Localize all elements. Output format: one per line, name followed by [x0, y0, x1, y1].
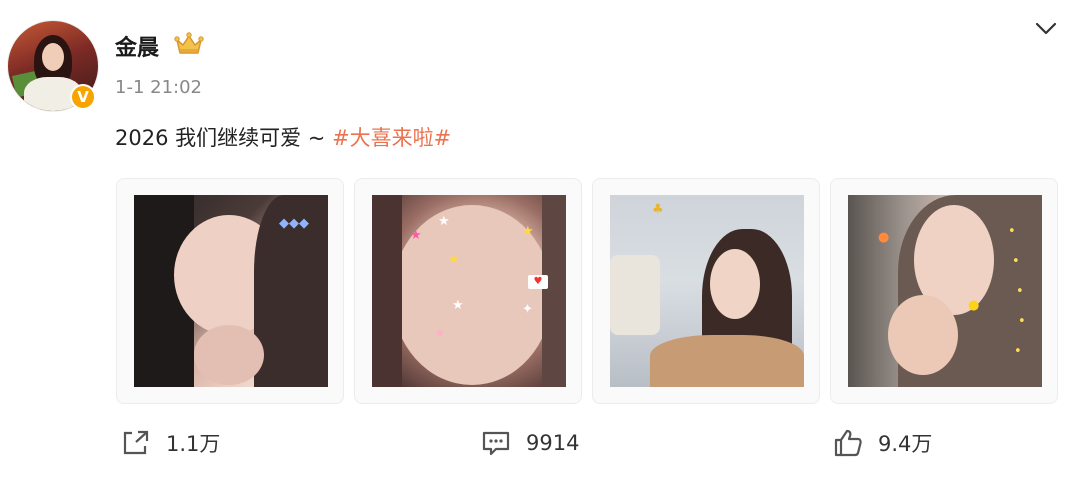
comment-count: 9914 — [526, 431, 580, 455]
post-text: 2026 我们继续可爱 ~ #大喜来啦# — [115, 122, 451, 152]
photo-image: ◆◆◆ — [134, 195, 328, 387]
verified-icon: V — [70, 84, 96, 110]
photo-image: ★ ★ ★ ★ ★ ★ ✦ ♥ — [372, 195, 566, 387]
photo-image: • • • • • ● ● — [848, 195, 1042, 387]
post-time: 1-1 21:02 — [115, 77, 202, 98]
post-body: 2026 我们继续可爱 ~ — [115, 126, 333, 150]
like-button[interactable]: 9.4万 — [832, 428, 932, 458]
photo-thumbnail[interactable]: • • • • • ● ● — [830, 178, 1058, 404]
crown-icon[interactable] — [174, 31, 204, 57]
username[interactable]: 金晨 — [115, 30, 159, 62]
share-button[interactable]: 1.1万 — [120, 428, 220, 458]
photo-thumbnail[interactable]: ◆◆◆ — [116, 178, 344, 404]
photo-image: ♣ — [610, 195, 804, 387]
hashtag-link[interactable]: #大喜来啦# — [332, 126, 451, 150]
like-icon — [834, 429, 862, 457]
share-count: 1.1万 — [166, 432, 221, 456]
chevron-down-icon[interactable] — [1034, 18, 1058, 38]
avatar-face — [42, 43, 64, 71]
like-count: 9.4万 — [878, 432, 933, 456]
comment-button[interactable]: 9914 — [480, 428, 579, 458]
comment-icon — [482, 431, 510, 456]
share-icon — [123, 430, 149, 455]
photo-thumbnail[interactable]: ♣ — [592, 178, 820, 404]
photo-thumbnail[interactable]: ★ ★ ★ ★ ★ ★ ✦ ♥ — [354, 178, 582, 404]
